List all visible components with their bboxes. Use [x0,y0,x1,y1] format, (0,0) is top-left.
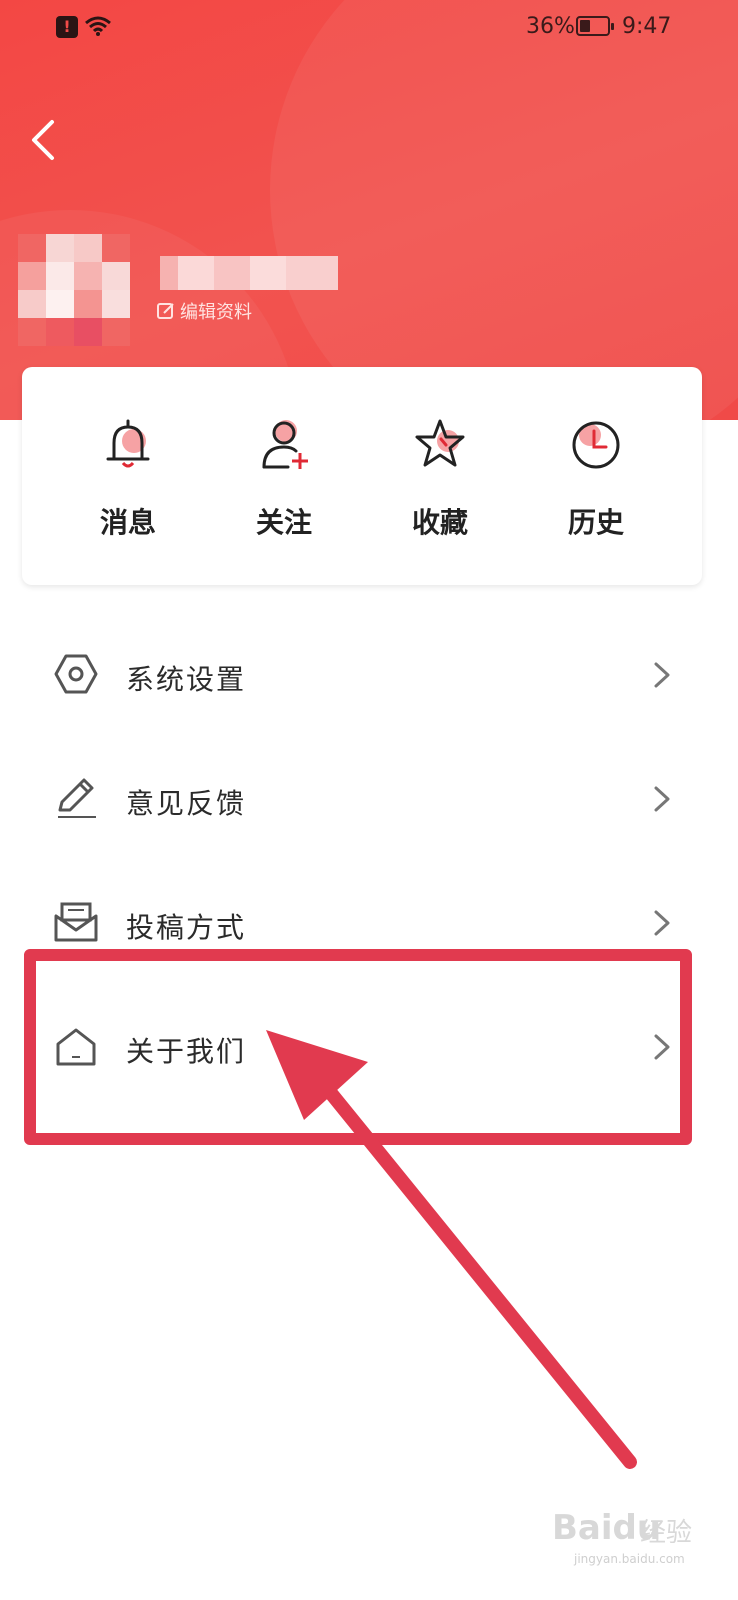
wifi-icon [85,16,111,36]
profile-header: ! 36% 9:47 编辑资料 [0,0,738,420]
watermark: Baidu 经验 jingyan.baidu.com [552,1508,702,1568]
quick-action-label: 关注 [255,506,312,539]
menu-item-system-settings[interactable]: 系统设置 [0,622,738,732]
menu-item-label: 系统设置 [126,663,247,696]
chevron-right-icon [654,662,670,688]
alert-icon: ! [56,16,78,38]
menu-item-label: 意见反馈 [126,787,247,820]
quick-action-label: 收藏 [411,506,468,539]
chevron-right-icon [654,910,670,936]
pencil-icon [58,778,96,818]
avatar[interactable] [18,234,130,346]
edit-icon [157,303,174,319]
quick-action-follow[interactable]: 关注 [214,415,354,555]
username-redacted [160,256,338,290]
header-decoration [270,0,738,420]
chevron-right-icon [654,786,670,812]
follow-user-icon [262,420,308,469]
clock-icon [572,421,620,469]
watermark-url: jingyan.baidu.com [574,1552,685,1566]
bell-icon [106,419,150,468]
quick-action-messages[interactable]: 消息 [58,415,198,555]
quick-action-label: 消息 [99,506,156,539]
menu-item-feedback[interactable]: 意见反馈 [0,746,738,856]
battery-percent: 36% [526,14,575,39]
back-arrow-icon[interactable] [22,112,66,168]
star-icon [415,419,465,467]
status-bar: ! 36% 9:47 [0,0,738,56]
watermark-name: 经验 [640,1518,693,1548]
quick-action-history[interactable]: 历史 [526,415,666,555]
clock-time: 9:47 [622,14,672,39]
battery-icon [576,16,614,36]
quick-action-favorites[interactable]: 收藏 [370,415,510,555]
annotation-highlight-box [24,949,692,1145]
edit-profile-link[interactable]: 编辑资料 [156,298,252,324]
envelope-icon [54,902,98,942]
menu-item-label: 投稿方式 [126,911,247,944]
quick-actions-card: 消息 关注 收藏 历史 [22,367,702,585]
settings-hexagon-icon [54,654,98,694]
quick-action-label: 历史 [567,506,624,539]
edit-profile-label: 编辑资料 [180,302,252,323]
